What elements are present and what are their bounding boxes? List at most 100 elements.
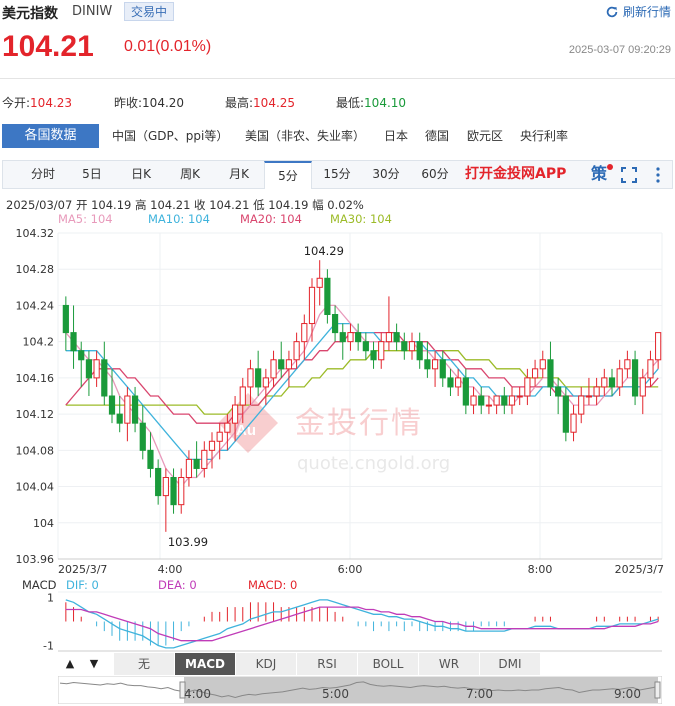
watermark-url: quote.cngold.org xyxy=(297,453,450,474)
candle xyxy=(408,332,416,360)
y-tick-label: 103.96 xyxy=(16,553,55,566)
y-tick-label: 104 xyxy=(33,517,54,530)
candle xyxy=(393,323,400,351)
y-tick-label: 104.16 xyxy=(16,372,55,385)
candle xyxy=(293,332,300,369)
period-selector: 分时 5日 日K 周K 月K 5分 15分 30分 60分 打开金投网APP 策 xyxy=(2,160,673,189)
candle xyxy=(455,368,462,396)
period-5min[interactable]: 5分 xyxy=(264,161,312,189)
fullscreen-icon[interactable] xyxy=(621,167,637,183)
candle xyxy=(531,359,539,387)
tab-indicator-kdj[interactable]: KDJ xyxy=(236,653,297,675)
candle xyxy=(424,341,431,378)
tab-eurozone[interactable]: 欧元区 xyxy=(467,124,503,148)
country-data-tabs: 各国数据 中国（GDP、ppi等） 美国（非农、失业率） 日本 德国 欧元区 央… xyxy=(0,124,675,148)
x-tick-label: 4:00 xyxy=(158,563,183,576)
candle xyxy=(470,386,477,415)
tab-indicator-rsi[interactable]: RSI xyxy=(297,653,358,675)
period-30min[interactable]: 30分 xyxy=(362,161,410,188)
tab-country-data[interactable]: 各国数据 xyxy=(2,124,99,148)
tab-china[interactable]: 中国（GDP、ppi等） xyxy=(112,124,228,148)
candle xyxy=(439,350,446,387)
candle xyxy=(401,332,408,360)
candle xyxy=(331,305,339,342)
candle xyxy=(601,368,608,396)
candle xyxy=(108,368,116,424)
x-axis: 2025/3/7 4:00 6:00 8:00 2025/3/7 xyxy=(58,563,664,576)
strategy-button[interactable]: 策 xyxy=(591,164,614,183)
period-monthly[interactable]: 月K xyxy=(215,161,263,188)
period-intraday[interactable]: 分时 xyxy=(19,161,67,188)
candle xyxy=(508,386,516,415)
tab-japan[interactable]: 日本 xyxy=(384,124,408,148)
ma30-line xyxy=(65,350,659,415)
candle xyxy=(616,359,623,396)
annotations: 104.29 103.99 xyxy=(168,244,344,549)
x-tick-label: 8:00 xyxy=(528,563,553,576)
tab-indicator-dmi[interactable]: DMI xyxy=(480,653,541,675)
macd-panel: 1 -1 xyxy=(43,591,662,653)
macd-tick-label: -1 xyxy=(43,640,54,653)
candle xyxy=(385,296,393,351)
candle xyxy=(324,269,331,324)
tab-indicator-wr[interactable]: WR xyxy=(419,653,480,675)
more-menu-icon[interactable] xyxy=(655,167,661,183)
candle xyxy=(316,260,323,306)
scroll-up-button[interactable]: ▲ xyxy=(58,653,82,675)
kline-chart[interactable]: Au 金投行情 quote.cngold.org 104.32104.28104… xyxy=(0,225,675,653)
candle xyxy=(431,350,439,387)
tab-indicator-none[interactable]: 无 xyxy=(114,653,175,675)
candle xyxy=(447,368,454,396)
navigator-label: 4:00 xyxy=(184,687,211,701)
stat-open: 今开:104.23 xyxy=(2,96,73,110)
tab-germany[interactable]: 德国 xyxy=(425,124,449,148)
period-5day[interactable]: 5日 xyxy=(68,161,116,188)
x-tick-label: 6:00 xyxy=(338,563,363,576)
range-navigator[interactable]: 4:00 5:00 7:00 9:00 xyxy=(58,676,662,704)
candle xyxy=(355,323,362,351)
open-app-link[interactable]: 打开金投网APP xyxy=(465,161,566,188)
candle xyxy=(562,386,569,442)
candle xyxy=(608,368,616,396)
period-60min[interactable]: 60分 xyxy=(411,161,459,188)
candle xyxy=(647,350,654,387)
candle xyxy=(570,405,577,442)
candle xyxy=(139,405,146,460)
navigator-label: 5:00 xyxy=(322,687,349,701)
macd-title: MACD xyxy=(22,578,57,592)
y-tick-label: 104.04 xyxy=(16,481,55,494)
y-tick-label: 104.12 xyxy=(16,408,55,421)
dea-line xyxy=(65,606,659,642)
navigator-label: 7:00 xyxy=(466,687,493,701)
y-axis: 104.32 104.28 104.24 104.2 104.16 104.12 104.0… xyxy=(16,227,55,566)
period-15min[interactable]: 15分 xyxy=(313,161,361,188)
tab-indicator-macd[interactable]: MACD xyxy=(175,653,236,675)
candle xyxy=(93,350,100,387)
y-tick-label: 104.32 xyxy=(16,227,55,240)
period-daily[interactable]: 日K xyxy=(117,161,165,188)
scroll-down-button[interactable]: ▼ xyxy=(82,653,106,675)
tab-indicator-boll[interactable]: BOLL xyxy=(358,653,419,675)
candle xyxy=(285,350,293,387)
candle xyxy=(262,368,269,406)
refresh-label: 刷新行情 xyxy=(622,5,671,19)
navigator-right-handle[interactable] xyxy=(654,681,661,699)
navigator-selection[interactable] xyxy=(184,677,658,703)
tab-usa[interactable]: 美国（非农、失业率） xyxy=(245,124,365,148)
candle xyxy=(539,350,546,378)
stat-high: 最高:104.25 xyxy=(225,96,296,110)
macd-value-legend: MACD: 0 xyxy=(248,578,298,592)
x-tick-label: 2025/3/7 xyxy=(58,563,107,576)
ma10-legend: MA10: 104 xyxy=(148,212,210,226)
refresh-icon xyxy=(606,6,618,17)
refresh-button[interactable]: 刷新行情 xyxy=(605,3,671,20)
candle xyxy=(278,341,285,378)
period-weekly[interactable]: 周K xyxy=(166,161,214,188)
tab-central-bank-rate[interactable]: 央行利率 xyxy=(520,124,568,148)
navigator-label: 9:00 xyxy=(614,687,641,701)
candle xyxy=(308,278,316,342)
candle xyxy=(516,386,523,406)
stat-prev-close: 昨收:104.20 xyxy=(114,96,185,110)
candle xyxy=(478,386,485,415)
candle xyxy=(270,350,277,387)
